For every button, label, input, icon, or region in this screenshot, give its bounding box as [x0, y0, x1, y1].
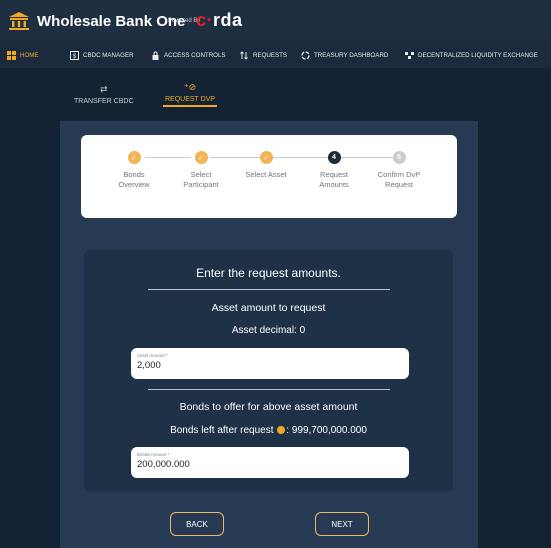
nav-home[interactable]: HOME — [7, 49, 39, 61]
nav-access-controls[interactable]: ACCESS CONTROLS — [151, 49, 226, 61]
form-heading: Enter the request amounts. — [196, 266, 341, 280]
tab-label: TRANSFER CBDC — [74, 98, 134, 105]
nav-treasury-dashboard[interactable]: TREASURY DASHBOARD — [301, 49, 388, 61]
bonds-amount-label: Bonds Amount * — [137, 452, 170, 457]
step-label: Request — [385, 180, 413, 189]
cbdc-icon: $ — [70, 50, 79, 60]
home-icon — [7, 50, 16, 60]
step-request-amounts: 4 Request Amounts — [299, 151, 369, 190]
step-label: Request — [320, 170, 348, 179]
nav-label: DECENTRALIZED LIQUIDITY EXCHANGE — [418, 51, 538, 59]
step-label: Bonds — [123, 170, 145, 179]
step-label: Select Asset — [245, 170, 287, 179]
bonds-left-value: : 999,700,000.000 — [286, 425, 367, 436]
step-select-asset: ✓ Select Asset — [231, 151, 301, 180]
transfer-icon: ⇄ — [99, 84, 108, 94]
requests-icon — [240, 50, 248, 60]
divider — [148, 389, 390, 390]
step-number: 4 — [327, 151, 341, 164]
check-icon: ✓ — [259, 151, 273, 164]
nav-label: CBDC MANAGER — [83, 51, 134, 59]
lock-icon — [152, 51, 159, 60]
step-label: Amounts — [319, 180, 349, 189]
app-header: Wholesale Bank One Powered By c·rda — [0, 0, 551, 40]
tab-request-dvp[interactable]: ⁺⊘ REQUEST DVP — [163, 82, 218, 107]
step-label: Participant — [183, 180, 219, 189]
bank-logo-icon — [9, 12, 29, 30]
back-button[interactable]: BACK — [170, 512, 224, 536]
progress-stepper: ✓ Bonds Overview ✓ Select Participant ✓ Se… — [81, 135, 457, 218]
check-icon: ✓ — [194, 151, 208, 164]
asset-amount-field[interactable]: Asset Amount * — [131, 348, 409, 379]
subtab-bar: ⇄ TRANSFER CBDC ⁺⊘ REQUEST DVP — [0, 68, 551, 120]
nav-label: ACCESS CONTROLS — [164, 51, 226, 59]
asset-section-title: Asset amount to request — [211, 302, 326, 314]
app-title: Wholesale Bank One — [37, 13, 186, 30]
active-tab-underline — [163, 105, 218, 107]
step-confirm-dvp: 5 Confirm DvP Request — [364, 151, 434, 190]
nav-label: TREASURY DASHBOARD — [314, 51, 389, 59]
request-dvp-icon: ⁺⊘ — [183, 82, 197, 92]
tab-label: REQUEST DVP — [165, 96, 216, 103]
step-label: Select — [190, 170, 212, 179]
asset-amount-label: Asset Amount * — [137, 353, 168, 358]
nav-label: HOME — [20, 51, 39, 59]
asset-amount-input[interactable] — [137, 360, 397, 371]
corda-logo: c·rda — [196, 10, 243, 30]
step-select-participant: ✓ Select Participant — [166, 151, 236, 190]
bonds-left-label: Bonds left after request — [170, 425, 274, 436]
bonds-left-row: Bonds left after request : 999,700,000.0… — [84, 425, 453, 436]
medal-icon — [277, 426, 286, 434]
bonds-amount-field[interactable]: Bonds Amount * — [131, 447, 409, 478]
treasury-icon — [301, 50, 310, 60]
bonds-section-title: Bonds to offer for above asset amount — [179, 401, 358, 413]
check-icon: ✓ — [127, 151, 141, 164]
next-button[interactable]: NEXT — [315, 512, 369, 536]
step-number: 5 — [392, 151, 406, 164]
divider — [148, 289, 390, 290]
main-nav: HOME $ CBDC MANAGER ACCESS CONTROLS REQU… — [0, 40, 551, 68]
step-label: Confirm DvP — [377, 170, 421, 179]
tab-transfer-cbdc[interactable]: ⇄ TRANSFER CBDC — [74, 84, 134, 105]
nav-cbdc-manager[interactable]: $ CBDC MANAGER — [70, 49, 134, 61]
asset-decimal-text: Asset decimal: 0 — [231, 325, 306, 336]
step-bonds-overview: ✓ Bonds Overview — [99, 151, 169, 190]
nav-label: REQUESTS — [253, 51, 288, 59]
nav-requests[interactable]: REQUESTS — [240, 49, 287, 61]
exchange-icon — [405, 51, 414, 59]
step-label: Overview — [118, 180, 150, 189]
nav-decentralized-liquidity-exchange[interactable]: DECENTRALIZED LIQUIDITY EXCHANGE — [405, 49, 538, 61]
bonds-amount-input[interactable] — [137, 459, 397, 470]
